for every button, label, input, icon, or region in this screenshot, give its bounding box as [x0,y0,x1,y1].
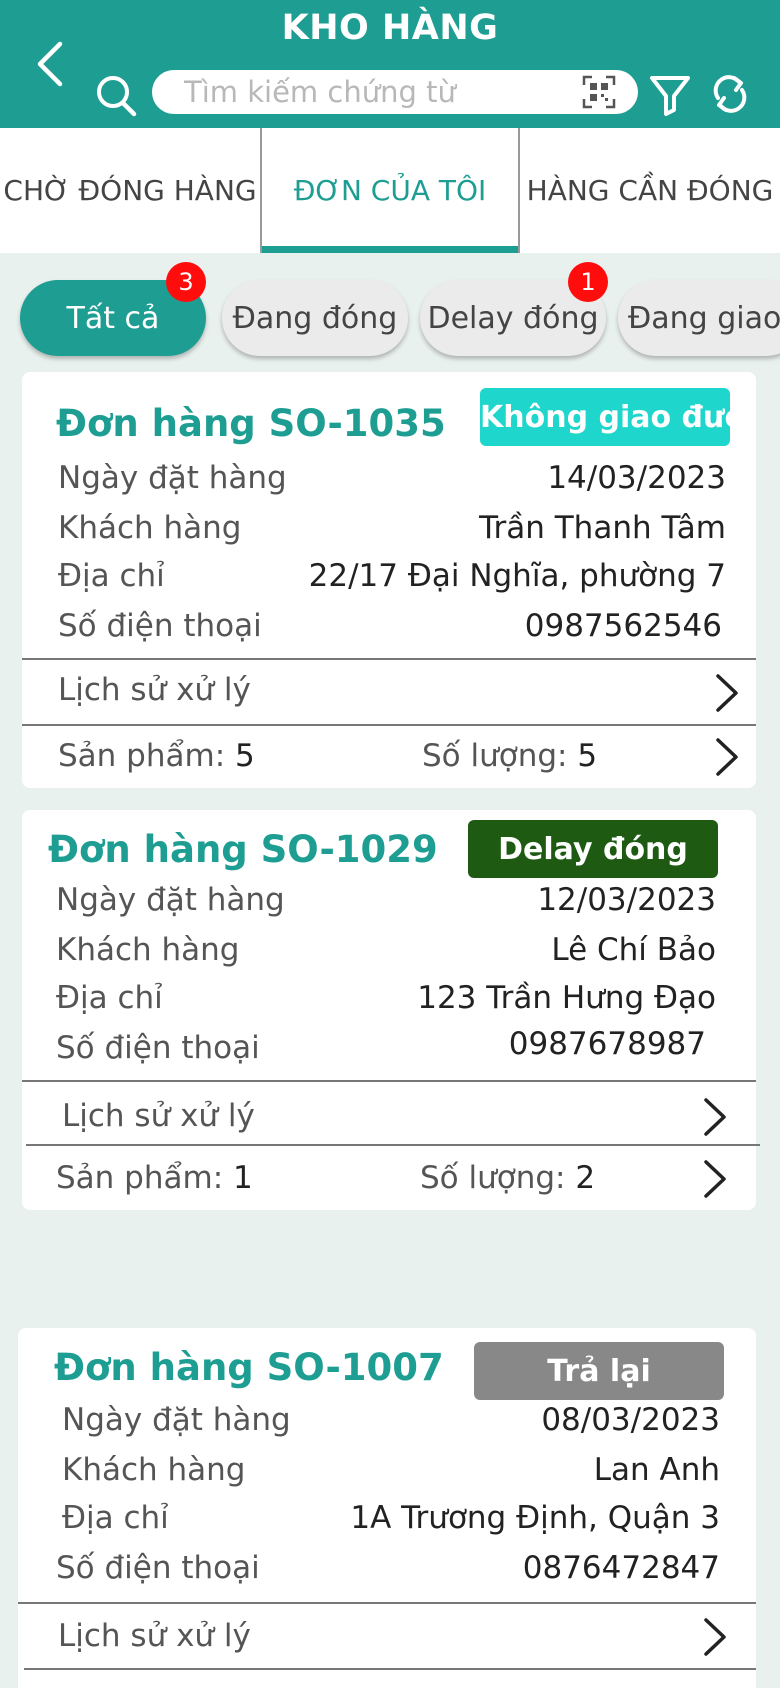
page-title: KHO HÀNG [281,8,499,48]
filter-chip-packing[interactable]: Đang đóng [222,280,408,356]
tab-cho-dong-hang[interactable]: CHỜ ĐÓNG HÀNG [0,128,260,253]
tab-bar: CHỜ ĐÓNG HÀNG ĐƠN CỦA TÔI HÀNG CẦN ĐÓNG [0,128,780,253]
order-card[interactable]: Đơn hàng SO-1007 Trả lại Ngày đặt hàng 0… [18,1328,756,1688]
status-badge: Không giao được [480,388,730,446]
phone-value: 0987678987 [508,1026,706,1062]
address-label: Địa chỉ [56,980,163,1016]
customer-label: Khách hàng [62,1452,246,1488]
products-count: 5 [235,738,255,774]
products-count: 1 [233,1160,253,1196]
phone-value: 0987562546 [524,608,722,644]
tab-don-cua-toi[interactable]: ĐƠN CỦA TÔI [260,128,520,253]
search-input[interactable] [184,74,584,110]
qr-scan-icon[interactable] [582,75,616,109]
chevron-right-icon [716,738,738,776]
order-date-value: 14/03/2023 [547,460,726,496]
count-badge: 3 [166,262,206,302]
customer-label: Khách hàng [56,932,240,968]
history-row[interactable]: Lịch sử xử lý [22,1082,756,1144]
address-label: Địa chỉ [62,1500,169,1536]
quantity-summary: Số lượng: 5 [422,738,598,774]
customer-value: Lê Chí Bảo [551,932,716,968]
order-date-value: 12/03/2023 [537,882,716,918]
history-label: Lịch sử xử lý [58,1618,251,1654]
order-date-value: 08/03/2023 [541,1402,720,1438]
phone-value: 0876472847 [522,1550,720,1586]
tab-hang-can-dong[interactable]: HÀNG CẦN ĐÓNG [520,128,780,253]
order-title: Đơn hàng SO-1029 [48,828,438,871]
chevron-right-icon [704,1098,726,1136]
address-value: 22/17 Đại Nghĩa, phường 7 [308,558,726,594]
order-title: Đơn hàng SO-1035 [56,402,446,445]
quantity-count: 5 [577,738,598,774]
order-title: Đơn hàng SO-1007 [54,1346,444,1389]
order-date-label: Ngày đặt hàng [58,460,287,496]
address-value: 123 Trần Hưng Đạo [417,980,716,1016]
products-row[interactable]: Sản phẩm: 5 Số lượng: 5 [22,726,756,786]
order-card[interactable]: Đơn hàng SO-1029 Delay đóng Ngày đặt hàn… [22,810,760,1210]
status-badge: Delay đóng [468,820,718,878]
products-summary: Sản phẩm: 1 [56,1160,253,1196]
history-label: Lịch sử xử lý [58,672,251,708]
order-date-label: Ngày đặt hàng [56,882,285,918]
search-box [152,70,638,114]
customer-value: Lan Anh [593,1452,720,1488]
customer-value: Trần Thanh Tâm [479,510,726,546]
quantity-summary: Số lượng: 2 [420,1160,596,1196]
phone-label: Số điện thoại [58,608,262,644]
filter-icon[interactable] [646,70,694,118]
products-row[interactable]: Sản phẩm: 1 Số lượng: 2 [22,1146,756,1208]
customer-label: Khách hàng [58,510,242,546]
search-icon[interactable] [92,70,140,118]
app-header: KHO HÀNG [0,0,780,128]
history-row[interactable]: Lịch sử xử lý [18,1604,756,1668]
back-arrow-icon[interactable] [30,34,74,94]
count-badge: 1 [568,262,608,302]
filter-chip-delivering[interactable]: Đang giao [618,280,780,356]
history-label: Lịch sử xử lý [62,1098,255,1134]
refresh-icon[interactable] [706,70,754,118]
address-label: Địa chỉ [58,558,165,594]
quantity-count: 2 [575,1160,596,1196]
history-row[interactable]: Lịch sử xử lý [22,660,756,724]
chevron-right-icon [716,674,738,712]
status-badge: Trả lại [474,1342,724,1400]
divider [24,1668,756,1670]
phone-label: Số điện thoại [56,1030,260,1066]
chevron-right-icon [704,1160,726,1198]
order-card[interactable]: Đơn hàng SO-1035 Không giao được Ngày đặ… [22,372,756,788]
order-date-label: Ngày đặt hàng [62,1402,291,1438]
phone-label: Số điện thoại [56,1550,260,1586]
products-summary: Sản phẩm: 5 [58,738,255,774]
address-value: 1A Trương Định, Quận 3 [350,1500,720,1536]
chevron-right-icon [704,1618,726,1656]
